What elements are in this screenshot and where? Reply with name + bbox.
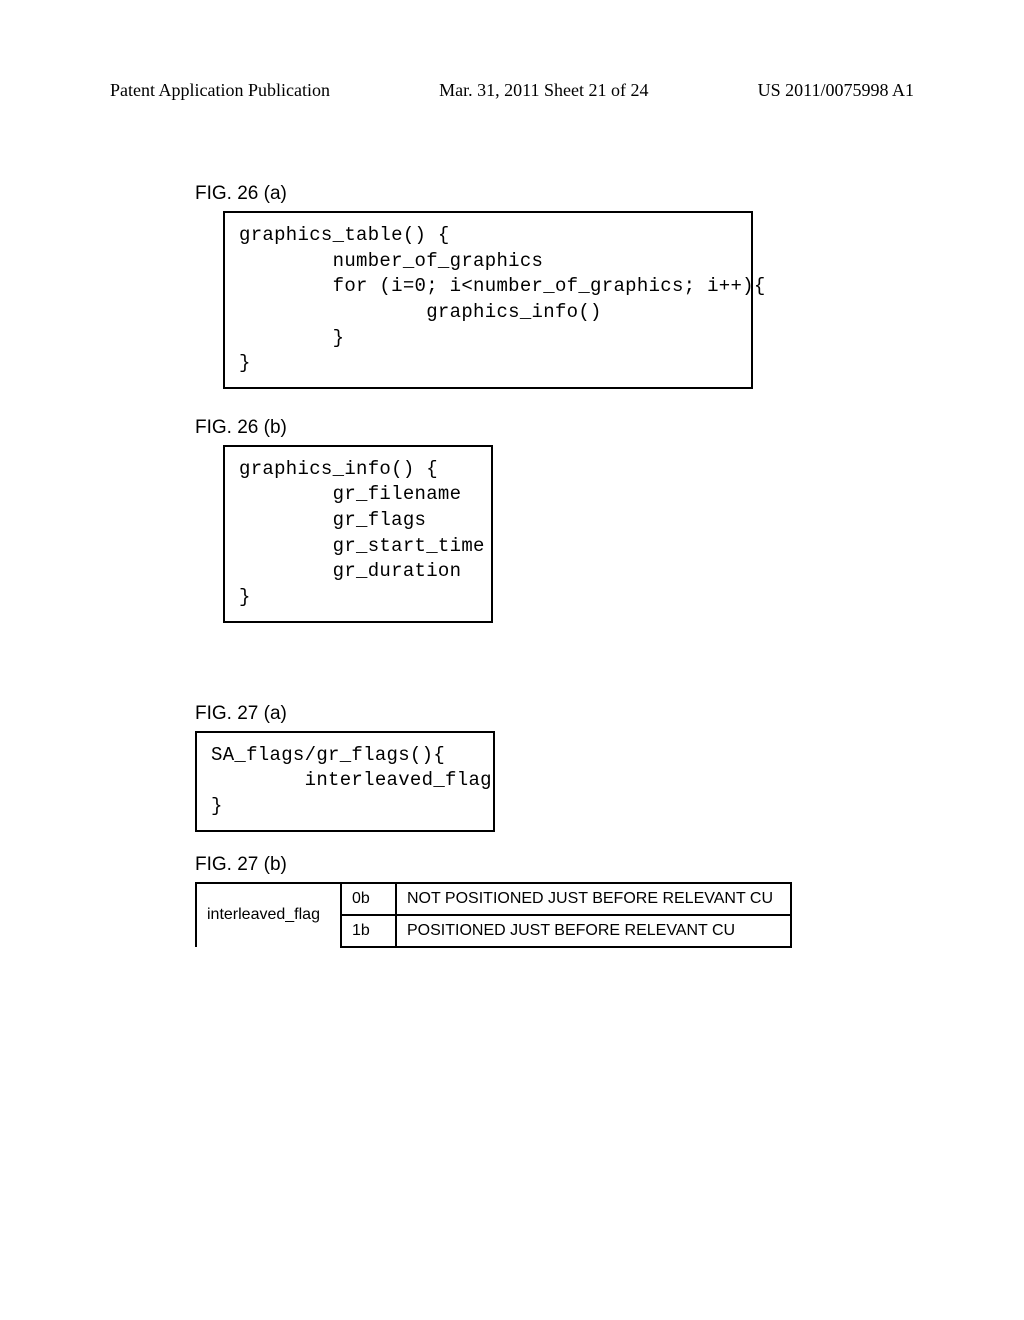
- table-row: interleaved_flag 0b NOT POSITIONED JUST …: [196, 883, 791, 915]
- fig-27b-label: FIG. 27 (b): [195, 854, 895, 876]
- page-header: Patent Application Publication Mar. 31, …: [0, 80, 1024, 101]
- fig-26a-label: FIG. 26 (a): [195, 183, 895, 205]
- flag-desc-cell: POSITIONED JUST BEFORE RELEVANT CU: [396, 915, 791, 947]
- flag-value-cell: 0b: [341, 883, 396, 915]
- fig-26a-code: graphics_table() { number_of_graphics fo…: [223, 211, 753, 389]
- header-date-sheet: Mar. 31, 2011 Sheet 21 of 24: [439, 80, 648, 101]
- fig-27b-table: interleaved_flag 0b NOT POSITIONED JUST …: [195, 882, 792, 948]
- header-pub-number: US 2011/0075998 A1: [758, 80, 914, 101]
- flag-name-cell: interleaved_flag: [196, 883, 341, 947]
- fig-27a-label: FIG. 27 (a): [195, 703, 895, 725]
- fig-26b-code: graphics_info() { gr_filename gr_flags g…: [223, 445, 493, 623]
- header-pub-type: Patent Application Publication: [110, 80, 330, 101]
- fig-26b-label: FIG. 26 (b): [195, 417, 895, 439]
- flag-value-cell: 1b: [341, 915, 396, 947]
- page-content: FIG. 26 (a) graphics_table() { number_of…: [195, 155, 895, 948]
- fig-27a-code: SA_flags/gr_flags(){ interleaved_flag }: [195, 731, 495, 832]
- flag-desc-cell: NOT POSITIONED JUST BEFORE RELEVANT CU: [396, 883, 791, 915]
